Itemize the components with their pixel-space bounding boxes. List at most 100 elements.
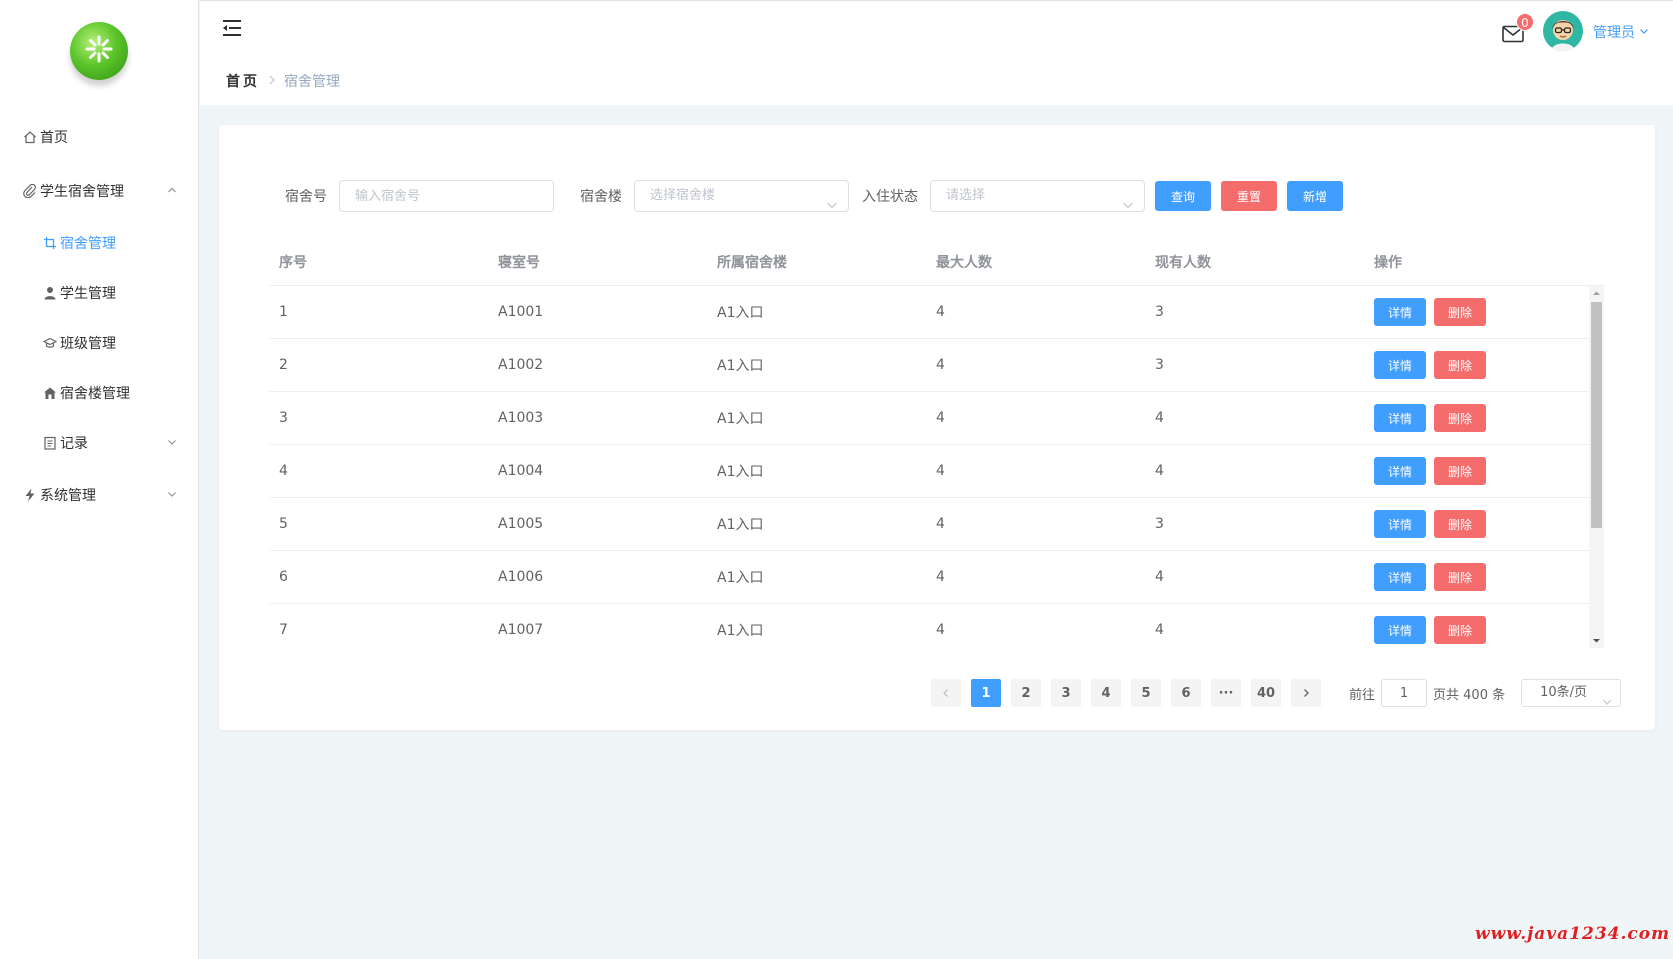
delete-button[interactable]: 删除 (1434, 510, 1487, 538)
detail-button[interactable]: 详情 (1374, 351, 1427, 379)
building-placeholder: 选择宿舍楼 (650, 188, 716, 203)
status-select[interactable]: 请选择 (930, 180, 1145, 212)
delete-button[interactable]: 删除 (1434, 563, 1487, 591)
user-name: 管理员 (1593, 25, 1635, 41)
page-number-button[interactable]: 4 (1091, 679, 1121, 707)
table-cell: A1入口 (717, 358, 764, 374)
table-cell: A1入口 (717, 464, 764, 480)
table-cell: A1002 (498, 357, 544, 373)
table-scrollbar[interactable] (1589, 286, 1604, 648)
sidebar-item-dorm[interactable]: 宿舍管理 (0, 218, 199, 268)
delete-button[interactable]: 删除 (1434, 351, 1487, 379)
table-row: 5 A1005 A1入口 4 3 详情 删除 (269, 498, 1604, 551)
detail-button[interactable]: 详情 (1374, 404, 1427, 432)
chevron-down-icon (167, 487, 177, 503)
delete-button[interactable]: 删除 (1434, 457, 1487, 485)
paperclip-icon (22, 183, 38, 199)
table-cell: 7 (279, 622, 288, 638)
table-cell: 4 (1155, 622, 1164, 638)
scroll-up-icon[interactable] (1589, 288, 1604, 298)
sidebar-item-system[interactable]: 系统管理 (0, 468, 199, 522)
sidebar-item-records[interactable]: 记录 (0, 418, 199, 468)
row-actions: 详情 删除 (1364, 457, 1584, 485)
scrollbar-thumb[interactable] (1591, 302, 1602, 528)
sidebar-item-students[interactable]: 学生管理 (0, 268, 199, 318)
column-header: 寝室号 (498, 254, 540, 271)
add-button[interactable]: 新增 (1287, 181, 1344, 211)
page-number-button[interactable]: 40 (1251, 679, 1281, 707)
page-number-button[interactable]: 2 (1011, 679, 1041, 707)
next-page-button[interactable] (1291, 679, 1321, 707)
goto-page-input[interactable] (1381, 679, 1428, 707)
table-cell: 6 (279, 569, 288, 585)
sidebar-item-home[interactable]: 首页 (0, 110, 199, 164)
row-actions: 详情 删除 (1364, 510, 1584, 538)
house-icon (42, 385, 58, 401)
table-cell: A1006 (498, 569, 544, 585)
user-menu[interactable]: 管理员 (1593, 22, 1649, 42)
avatar[interactable] (1543, 11, 1583, 51)
menu-toggle-icon[interactable] (222, 19, 242, 41)
building-select[interactable]: 选择宿舍楼 (634, 180, 849, 212)
table-body: 1 A1001 A1入口 4 3 详情 删除 2 A1002 A1入口 4 3 详情 删除 3 A1003 A1… (269, 286, 1604, 648)
page-number-button[interactable]: 3 (1051, 679, 1081, 707)
detail-button[interactable]: 详情 (1374, 510, 1427, 538)
sidebar-item-classes[interactable]: 班级管理 (0, 318, 199, 368)
goto-label: 前往 (1349, 687, 1376, 703)
more-pages-button[interactable]: ··· (1211, 679, 1241, 707)
table-cell: A1入口 (717, 517, 764, 533)
page-number-button[interactable]: 5 (1131, 679, 1161, 707)
graduation-cap-icon (42, 335, 58, 351)
table-row: 1 A1001 A1入口 4 3 详情 删除 (269, 286, 1604, 339)
crop-icon (42, 235, 58, 251)
reset-button[interactable]: 重置 (1221, 181, 1278, 211)
table-header: 序号 寝室号 所属宿舍楼 最大人数 现有人数 操作 (269, 238, 1604, 286)
breadcrumb-home[interactable]: 首页 (226, 71, 260, 91)
delete-button[interactable]: 删除 (1434, 298, 1487, 326)
sidebar-item-dorm-management[interactable]: 学生宿舍管理 (0, 164, 199, 218)
table-cell: 3 (279, 410, 288, 426)
delete-button[interactable]: 删除 (1434, 404, 1487, 432)
sidebar-item-label: 学生宿舍管理 (40, 184, 124, 200)
column-header: 序号 (279, 254, 307, 271)
detail-button[interactable]: 详情 (1374, 457, 1427, 485)
breadcrumb-separator-icon (268, 73, 276, 89)
table-row: 4 A1004 A1入口 4 4 详情 删除 (269, 445, 1604, 498)
detail-button[interactable]: 详情 (1374, 563, 1427, 591)
page-number-button[interactable]: 1 (971, 679, 1001, 707)
table-row: 7 A1007 A1入口 4 4 详情 删除 (269, 604, 1604, 648)
message-badge: 0 (1516, 13, 1534, 31)
delete-button[interactable]: 删除 (1434, 616, 1487, 644)
scroll-down-icon[interactable] (1589, 636, 1604, 646)
page-size-select[interactable]: 10条/页 (1521, 679, 1622, 707)
detail-button[interactable]: 详情 (1374, 298, 1427, 326)
table-cell: A1入口 (717, 623, 764, 639)
filter-bar: 宿舍号 宿舍楼 选择宿舍楼 入住状态 请选择 查询 重置 新增 (285, 180, 1344, 212)
search-button[interactable]: 查询 (1155, 181, 1212, 211)
app-logo (70, 22, 128, 80)
table-cell: A1入口 (717, 411, 764, 427)
status-label: 入住状态 (862, 189, 918, 205)
sidebar: 首页 学生宿舍管理 宿舍管理 学生管理 班级管理 宿舍楼管理 记录 系统管理 (0, 0, 199, 959)
prev-page-button[interactable] (931, 679, 961, 707)
table-cell: A1005 (498, 516, 544, 532)
table-cell: 4 (1155, 410, 1164, 426)
breadcrumb: 首页 宿舍管理 (226, 71, 340, 91)
detail-button[interactable]: 详情 (1374, 616, 1427, 644)
status-placeholder: 请选择 (946, 188, 986, 203)
table-cell: A1007 (498, 622, 544, 638)
table-row: 3 A1003 A1入口 4 4 详情 删除 (269, 392, 1604, 445)
chevron-right-icon (1304, 689, 1309, 697)
sparkle-icon (85, 35, 113, 63)
building-label: 宿舍楼 (580, 189, 622, 205)
chevron-down-icon (1639, 24, 1649, 40)
page-number-button[interactable]: 6 (1171, 679, 1201, 707)
table-cell: 4 (936, 516, 945, 532)
table-cell: 4 (279, 463, 288, 479)
chevron-down-icon (167, 435, 177, 451)
dorm-no-input[interactable] (339, 180, 554, 212)
sidebar-item-buildings[interactable]: 宿舍楼管理 (0, 368, 199, 418)
row-actions: 详情 删除 (1364, 298, 1584, 326)
table-cell: A1003 (498, 410, 544, 426)
table-cell: 3 (1155, 516, 1164, 532)
